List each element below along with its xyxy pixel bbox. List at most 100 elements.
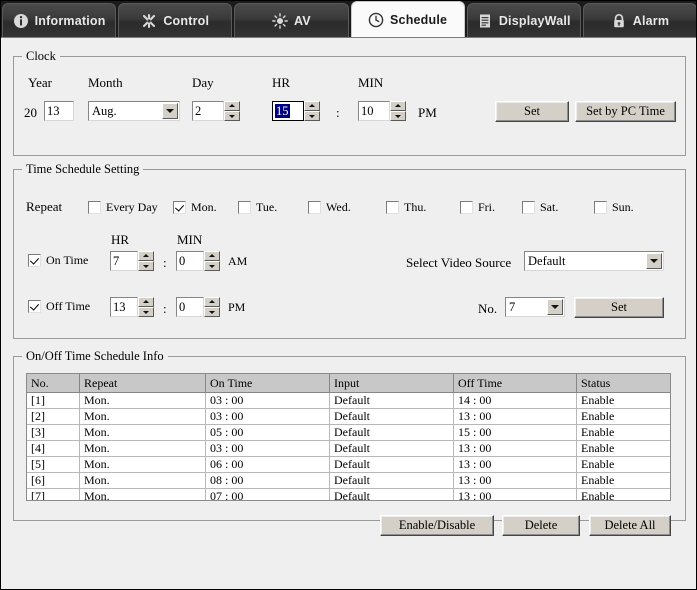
month-label: Month <box>88 75 123 91</box>
cell-input: Default <box>330 409 454 425</box>
schedule-set-button[interactable]: Set <box>574 297 664 318</box>
on-time-hour-stepper-down[interactable] <box>138 261 154 271</box>
off-time-minute-stepper-up[interactable] <box>204 297 220 307</box>
column-header-ontime[interactable]: On Time <box>206 374 330 393</box>
checkbox-on-time[interactable] <box>28 254 41 267</box>
column-header-no[interactable]: No. <box>27 374 80 393</box>
no-select[interactable]: 7 <box>505 297 565 317</box>
cell-status: Enable <box>577 425 672 441</box>
list-icon <box>477 13 493 29</box>
time-schedule-setting-group: Time Schedule Setting Repeat Every Day M… <box>13 169 686 339</box>
checkbox-off-time[interactable] <box>28 300 41 313</box>
year-prefix: 20 <box>24 105 37 121</box>
clock-group: Clock Year Month Day HR MIN 20 13 Aug. 2… <box>13 56 686 156</box>
on-time-minute-stepper[interactable] <box>204 251 220 271</box>
day-input[interactable]: 2 <box>192 101 224 121</box>
chevron-down-icon[interactable] <box>162 103 178 119</box>
checkbox-fri[interactable] <box>460 201 473 214</box>
off-time-minute-stepper[interactable] <box>204 297 220 317</box>
checkbox-mon[interactable] <box>173 201 186 214</box>
minute-stepper-up[interactable] <box>390 101 406 111</box>
cell-no: [7] <box>27 489 80 502</box>
table-row[interactable]: [5] Mon. 06 : 00 Default 13 : 00 Enable <box>27 457 671 473</box>
chevron-down-icon[interactable] <box>547 299 563 315</box>
on-time-hour-input[interactable]: 7 <box>110 251 138 271</box>
set-by-pc-time-button[interactable]: Set by PC Time <box>575 101 676 122</box>
column-header-repeat[interactable]: Repeat <box>80 374 206 393</box>
on-time-hour-stepper-up[interactable] <box>138 251 154 261</box>
delete-all-button[interactable]: Delete All <box>589 515 671 536</box>
checkbox-sun[interactable] <box>594 201 607 214</box>
column-header-status[interactable]: Status <box>577 374 672 393</box>
off-time-hour-input[interactable]: 13 <box>110 297 138 317</box>
cell-input: Default <box>330 473 454 489</box>
column-header-offtime[interactable]: Off Time <box>454 374 577 393</box>
checkbox-wed[interactable] <box>308 201 321 214</box>
table-row[interactable]: [4] Mon. 03 : 00 Default 13 : 00 Enable <box>27 441 671 457</box>
off-time-hour-stepper-down[interactable] <box>138 307 154 317</box>
checkbox-sat[interactable] <box>522 201 535 214</box>
table-row[interactable]: [2] Mon. 03 : 00 Default 13 : 00 Enable <box>27 409 671 425</box>
tab-control[interactable]: Control <box>118 3 232 37</box>
minute-stepper[interactable] <box>390 101 406 121</box>
video-source-select[interactable]: Default <box>524 251 664 271</box>
day-stepper-down[interactable] <box>224 111 240 121</box>
table-row[interactable]: [3] Mon. 05 : 00 Default 15 : 00 Enable <box>27 425 671 441</box>
cell-repeat: Mon. <box>80 441 206 457</box>
tab-displaywall[interactable]: DisplayWall <box>467 3 581 37</box>
tab-alarm[interactable]: Alarm <box>583 3 697 37</box>
repeat-label: Repeat <box>26 199 62 215</box>
main-tabbar: Information Control <box>1 1 697 37</box>
cell-offtime: 15 : 00 <box>454 425 577 441</box>
no-label: No. <box>478 301 497 317</box>
column-header-input[interactable]: Input <box>330 374 454 393</box>
on-time-hour-stepper[interactable] <box>138 251 154 271</box>
day-stepper-up[interactable] <box>224 101 240 111</box>
hour-stepper-up[interactable] <box>304 101 320 111</box>
year-label: Year <box>28 75 52 91</box>
tab-information-label: Information <box>35 14 106 28</box>
cell-ontime: 07 : 00 <box>206 489 330 502</box>
on-time-minute-stepper-down[interactable] <box>204 261 220 271</box>
checkbox-thu[interactable] <box>386 201 399 214</box>
on-time-minute-input[interactable]: 0 <box>176 251 204 271</box>
off-time-minute-stepper-down[interactable] <box>204 307 220 317</box>
cell-ontime: 03 : 00 <box>206 441 330 457</box>
off-time-minute-input[interactable]: 0 <box>176 297 204 317</box>
month-select-value: Aug. <box>92 102 159 120</box>
enable-disable-button[interactable]: Enable/Disable <box>380 515 494 536</box>
tab-schedule-label: Schedule <box>390 13 447 27</box>
off-time-meridiem-label: PM <box>228 300 245 315</box>
year-input[interactable]: 13 <box>44 101 74 121</box>
month-select[interactable]: Aug. <box>88 101 180 121</box>
cell-input: Default <box>330 441 454 457</box>
cell-repeat: Mon. <box>80 425 206 441</box>
hour-input[interactable]: 15 <box>272 101 304 121</box>
table-row[interactable]: [1] Mon. 03 : 00 Default 14 : 00 Enable <box>27 393 671 409</box>
ontime-hr-label: HR <box>111 232 129 248</box>
table-row[interactable]: [6] Mon. 08 : 00 Default 13 : 00 Enable <box>27 473 671 489</box>
delete-button[interactable]: Delete <box>502 515 580 536</box>
checkbox-sat-label: Sat. <box>540 200 558 215</box>
off-time-hour-stepper-up[interactable] <box>138 297 154 307</box>
tab-information[interactable]: Information <box>2 3 116 37</box>
table-row[interactable]: [7] Mon. 07 : 00 Default 13 : 00 Enable <box>27 489 671 502</box>
minute-stepper-down[interactable] <box>390 111 406 121</box>
cell-no: [3] <box>27 425 80 441</box>
select-video-source-label: Select Video Source <box>406 255 511 271</box>
hour-stepper-down[interactable] <box>304 111 320 121</box>
off-time-hour-stepper[interactable] <box>138 297 154 317</box>
hour-stepper[interactable] <box>304 101 320 121</box>
on-time-minute-stepper-up[interactable] <box>204 251 220 261</box>
chevron-down-icon[interactable] <box>646 253 662 269</box>
tab-schedule[interactable]: Schedule <box>351 1 465 37</box>
cell-offtime: 13 : 00 <box>454 489 577 502</box>
schedule-info-table-wrapper[interactable]: No. Repeat On Time Input Off Time Status… <box>26 373 671 501</box>
checkbox-every-day[interactable] <box>88 201 101 214</box>
tab-av[interactable]: AV <box>234 3 348 37</box>
clock-set-button[interactable]: Set <box>495 101 569 122</box>
day-stepper[interactable] <box>224 101 240 121</box>
checkbox-tue[interactable] <box>238 201 251 214</box>
minute-input[interactable]: 10 <box>358 101 390 121</box>
off-time-colon: : <box>163 301 167 317</box>
